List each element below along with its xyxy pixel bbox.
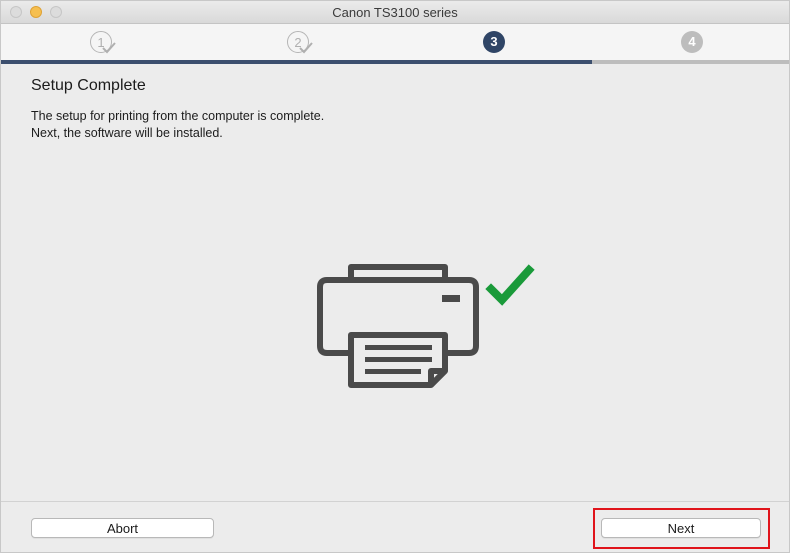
progress-bar-fill <box>1 60 592 64</box>
description-text: The setup for printing from the computer… <box>31 108 324 142</box>
title-bar: Canon TS3100 series <box>1 1 789 24</box>
setup-complete-illustration <box>317 264 535 388</box>
progress-bar <box>1 60 789 64</box>
step-done-check-icon <box>299 42 313 54</box>
step-2: 2 <box>287 31 313 55</box>
step-1: 1 <box>90 31 116 55</box>
next-button-highlight-box <box>593 508 770 549</box>
abort-button[interactable]: Abort <box>31 518 214 538</box>
step-4-number: 4 <box>681 31 703 53</box>
step-indicator: 1 2 3 4 <box>1 24 789 61</box>
printer-icon <box>317 264 479 388</box>
step-3-number: 3 <box>483 31 505 53</box>
window-title: Canon TS3100 series <box>332 5 458 20</box>
step-4: 4 <box>681 31 705 55</box>
step-done-check-icon <box>102 42 116 54</box>
step-3: 3 <box>483 31 507 55</box>
checkmark-icon <box>485 264 535 306</box>
footer-divider <box>1 501 789 502</box>
description-line-2: Next, the software will be installed. <box>31 126 223 140</box>
description-line-1: The setup for printing from the computer… <box>31 109 325 123</box>
page-title: Setup Complete <box>31 77 146 94</box>
app-window: Canon TS3100 series 1 2 3 4 Setup Comple… <box>0 0 790 553</box>
